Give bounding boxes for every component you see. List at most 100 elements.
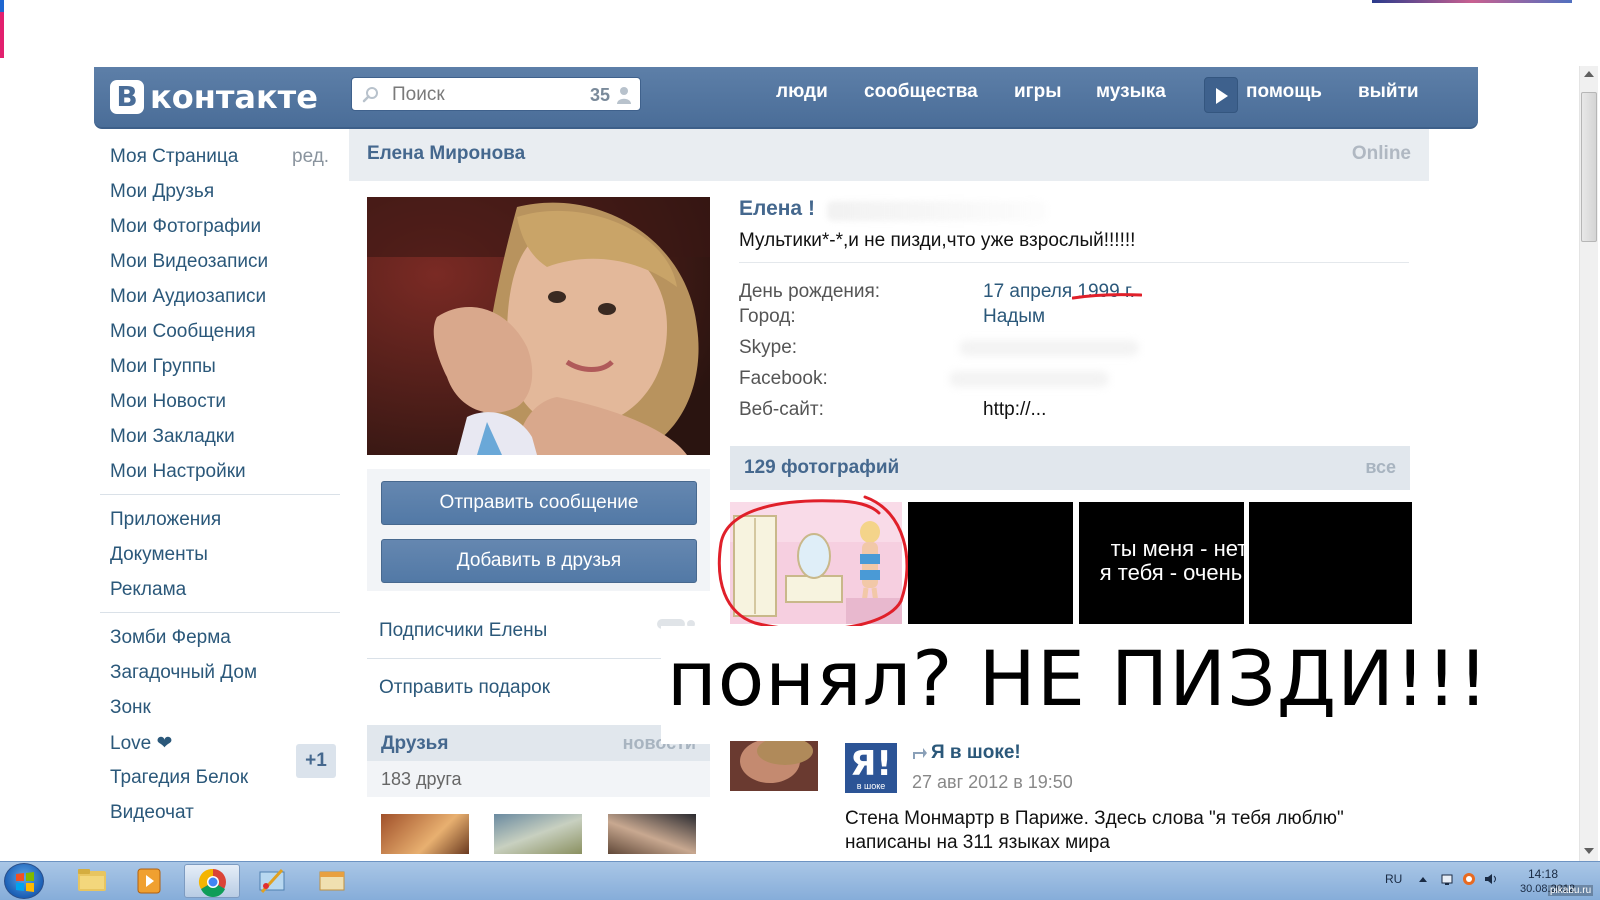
profile-avatar[interactable] xyxy=(367,197,710,455)
info-label-birthday: День рождения: xyxy=(739,281,881,302)
info-label-skype: Skype: xyxy=(739,337,798,358)
love-notification-badge[interactable]: +1 xyxy=(296,744,336,778)
send-gift-link[interactable]: Отправить подарок xyxy=(379,677,550,699)
menu-app-videochat[interactable]: Видеочат xyxy=(110,802,194,824)
friend-thumbnail[interactable] xyxy=(494,814,582,854)
meme-caption: понял? НЕ ПИЗДИ!!! xyxy=(667,634,1490,723)
menu-my-page[interactable]: Моя Страница xyxy=(110,146,238,168)
nav-communities[interactable]: сообщества xyxy=(864,81,978,103)
photos-header: 129 фотографий все xyxy=(730,446,1410,490)
menu-divider xyxy=(100,494,340,495)
profile-header-bar: Елена Миронова Online xyxy=(349,129,1429,181)
media-player-icon xyxy=(137,868,161,894)
post-author-avatar[interactable]: Я! в шоке xyxy=(845,743,897,793)
post-date[interactable]: 27 авг 2012 в 19:50 xyxy=(912,772,1073,793)
scrollbar-thumb[interactable] xyxy=(1581,92,1597,242)
nav-people[interactable]: люди xyxy=(776,81,828,103)
photo-thumbnail-2[interactable] xyxy=(908,502,1073,624)
friend-thumbnail[interactable] xyxy=(381,814,469,854)
menu-my-photos[interactable]: Мои Фотографии xyxy=(110,216,261,238)
post-thumbnail[interactable] xyxy=(730,741,818,791)
folder-icon xyxy=(78,869,106,891)
photo-thumbnail-3[interactable]: ты меня - нет я тебя - очень xyxy=(1079,502,1244,624)
menu-apps[interactable]: Приложения xyxy=(110,509,221,531)
menu-my-news[interactable]: Мои Новости xyxy=(110,391,226,413)
add-friend-button[interactable]: Добавить в друзья xyxy=(381,539,697,583)
taskbar-media-player[interactable] xyxy=(122,864,178,898)
edit-menu-link[interactable]: ред. xyxy=(292,146,329,168)
menu-my-audio[interactable]: Мои Аудиозаписи xyxy=(110,286,266,308)
menu-app-zonk[interactable]: Зонк xyxy=(110,697,151,719)
language-indicator[interactable]: RU xyxy=(1385,872,1402,886)
subscribers-link[interactable]: Подписчики Елены xyxy=(379,620,547,642)
menu-my-messages[interactable]: Мои Сообщения xyxy=(110,321,256,343)
menu-my-groups[interactable]: Мои Группы xyxy=(110,356,216,378)
photo-thumbnail-4[interactable] xyxy=(1247,502,1412,624)
clock-time[interactable]: 14:18 xyxy=(1528,867,1558,881)
vertical-scrollbar[interactable] xyxy=(1579,66,1598,862)
photo-3-text-line-1: ты меня - нет xyxy=(1110,536,1244,561)
scroll-down-arrow-icon[interactable] xyxy=(1583,846,1595,856)
top-navigation: люди сообщества игры музыка помощь выйти xyxy=(94,67,1478,127)
status-divider xyxy=(739,262,1409,263)
menu-app-love[interactable]: Love ❤ xyxy=(110,732,172,755)
friends-count[interactable]: 183 друга xyxy=(381,769,462,790)
menu-app-zombie-farm[interactable]: Зомби Ферма xyxy=(110,627,231,649)
online-status: Online xyxy=(1351,143,1411,164)
post-logo-subtitle: в шоке xyxy=(856,781,886,791)
window-icon xyxy=(319,871,345,891)
menu-documents[interactable]: Документы xyxy=(110,544,208,566)
skype-blur-patch xyxy=(959,340,1139,356)
windows-logo-icon xyxy=(16,872,34,892)
window-edge-decoration xyxy=(0,0,4,58)
profile-header-name: Елена Миронова xyxy=(367,143,526,164)
facebook-blur-patch xyxy=(949,371,1109,387)
paint-icon xyxy=(259,868,285,894)
photo-3-text-line-2: я тебя - очень xyxy=(1099,560,1243,585)
friends-header: Друзья новости xyxy=(367,725,710,761)
nav-games[interactable]: игры xyxy=(1014,81,1061,103)
scroll-up-arrow-icon[interactable] xyxy=(1583,69,1595,79)
windows-taskbar: RU 14:18 30.08.2012 xyxy=(0,861,1600,900)
site-header: В контакте 35 люди сообщества игры музык… xyxy=(94,67,1478,129)
repost-icon xyxy=(913,748,927,759)
post-logo-letter: Я! xyxy=(850,744,892,784)
music-play-button[interactable] xyxy=(1204,77,1238,113)
red-underline-annotation xyxy=(1072,293,1142,300)
menu-my-friends[interactable]: Мои Друзья xyxy=(110,181,214,203)
photos-all-link[interactable]: все xyxy=(1365,457,1396,478)
menu-my-bookmarks[interactable]: Мои Закладки xyxy=(110,426,235,448)
menu-my-settings[interactable]: Мои Настройки xyxy=(110,461,246,483)
menu-app-mystery-house[interactable]: Загадочный Дом xyxy=(110,662,257,684)
play-icon xyxy=(1216,88,1228,104)
nav-help[interactable]: помощь xyxy=(1246,81,1322,103)
menu-ads[interactable]: Реклама xyxy=(110,579,186,601)
post-author-link[interactable]: Я в шоке! xyxy=(931,742,1021,764)
nav-logout[interactable]: выйти xyxy=(1358,81,1419,103)
friends-title[interactable]: Друзья xyxy=(381,733,448,755)
browser-tray-icon[interactable] xyxy=(1462,872,1476,886)
post-text: Стена Монмартр в Париже. Здесь слова "я … xyxy=(845,808,1344,853)
taskbar-paint[interactable] xyxy=(244,864,300,898)
menu-my-videos[interactable]: Мои Видеозаписи xyxy=(110,251,268,273)
friend-thumbnail[interactable] xyxy=(608,814,696,854)
red-circle-annotation xyxy=(717,495,909,632)
side-divider xyxy=(367,658,710,659)
profile-status[interactable]: Мультики*-*,и не пизди,что уже взрослый!… xyxy=(739,230,1135,252)
windows-start-button[interactable] xyxy=(4,863,44,899)
taskbar-chrome[interactable] xyxy=(184,864,240,898)
nav-music[interactable]: музыка xyxy=(1096,81,1166,103)
send-message-button[interactable]: Отправить сообщение xyxy=(381,481,697,525)
show-hidden-icons-arrow-icon[interactable] xyxy=(1418,875,1428,883)
menu-app-squirrel-tragedy[interactable]: Трагедия Белок xyxy=(110,767,248,789)
friends-count-block: 183 друга xyxy=(367,761,710,797)
taskbar-app[interactable] xyxy=(304,864,360,898)
info-value-website[interactable]: http://... xyxy=(983,399,1046,421)
network-icon[interactable] xyxy=(1440,872,1454,886)
info-value-city[interactable]: Надым xyxy=(983,306,1045,328)
taskbar-explorer[interactable] xyxy=(64,864,120,898)
info-label-website: Веб-сайт: xyxy=(739,399,824,420)
photos-title[interactable]: 129 фотографий xyxy=(744,457,899,479)
volume-icon[interactable] xyxy=(1484,872,1498,886)
info-label-city: Город: xyxy=(739,306,796,327)
